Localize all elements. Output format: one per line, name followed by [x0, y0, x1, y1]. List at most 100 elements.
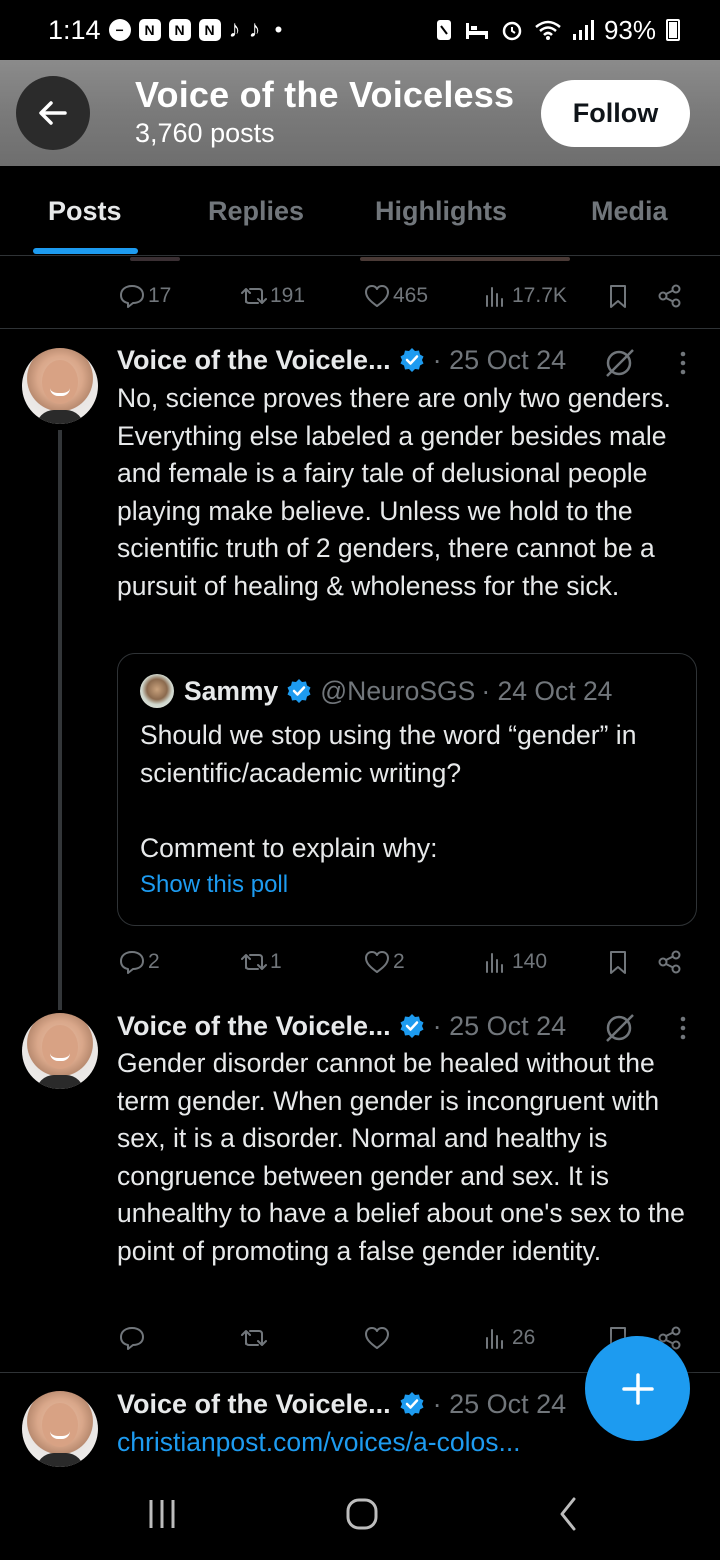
home-icon [346, 1498, 378, 1530]
verified-badge-icon [400, 1014, 424, 1038]
bookmark-icon [610, 285, 626, 308]
more-options-icon[interactable] [671, 1011, 695, 1045]
profile-tabs: Posts Replies Highlights Media [0, 166, 720, 256]
views-button[interactable]: 17.7K [482, 276, 567, 316]
divider [0, 328, 720, 329]
views-button[interactable]: 26 [482, 1318, 535, 1358]
heart-icon [365, 285, 389, 307]
like-button[interactable] [363, 1318, 391, 1358]
minus-circle-icon: − [108, 19, 131, 41]
repost-button[interactable] [240, 1318, 268, 1358]
tab-highlights[interactable]: Highlights [375, 166, 507, 256]
tab-media[interactable]: Media [591, 166, 668, 256]
recent-apps-button[interactable] [142, 1494, 182, 1534]
verified-badge-icon [400, 348, 424, 372]
quoted-author-name: Sammy [184, 675, 279, 706]
author-name[interactable]: Voice of the Voicele... [117, 1389, 391, 1420]
share-icon [658, 950, 681, 974]
share-button[interactable] [656, 276, 684, 316]
reply-button[interactable]: 17 [118, 276, 171, 316]
like-button[interactable]: 2 [363, 942, 405, 982]
compose-button[interactable] [585, 1336, 690, 1441]
bed-icon [465, 23, 488, 39]
heart-icon [365, 951, 389, 973]
profile-name: Voice of the Voiceless [135, 74, 515, 115]
plus-icon [621, 1372, 654, 1405]
bookmark-button[interactable] [604, 942, 632, 982]
post-actions: 2 1 2 140 [118, 942, 698, 982]
repost-icon [241, 1330, 267, 1346]
views-icon [486, 953, 503, 973]
tab-replies[interactable]: Replies [208, 166, 304, 256]
quoted-text: Should we stop using the word “gender” i… [140, 720, 637, 863]
back-button[interactable] [16, 76, 90, 150]
author-name[interactable]: Voice of the Voicele... [117, 1011, 391, 1042]
battery-icon [666, 19, 680, 41]
reply-icon [120, 285, 144, 308]
views-icon [486, 287, 503, 307]
back-nav-button[interactable] [548, 1494, 588, 1534]
bookmark-icon [610, 951, 626, 974]
follow-button[interactable]: Follow [541, 80, 690, 147]
n-app-icon: N [168, 19, 191, 41]
nfc-icon [436, 20, 451, 40]
avatar[interactable] [22, 1013, 98, 1089]
share-button[interactable] [656, 942, 684, 982]
tweet-header: Voice of the Voicele... · 25 Oct 24 [117, 1008, 566, 1044]
author-name[interactable]: Voice of the Voicele... [117, 345, 391, 376]
tweet-header: Voice of the Voicele... · 25 Oct 24 [117, 342, 566, 378]
views-icon [486, 1329, 503, 1349]
repost-icon [241, 288, 267, 304]
share-icon [658, 284, 681, 308]
status-bar: 1:14 − N N N ♪ ♪ • 93% [0, 0, 720, 60]
heart-icon [365, 1327, 389, 1349]
quoted-handle: @NeuroSGS [320, 675, 476, 706]
tab-posts[interactable]: Posts [48, 166, 122, 256]
post-date: · 25 Oct 24 [432, 1010, 567, 1041]
like-button[interactable]: 465 [363, 276, 428, 316]
profile-header: Voice of the Voiceless 3,760 posts Follo… [0, 60, 720, 166]
alarm-icon [502, 21, 522, 41]
avatar[interactable] [22, 348, 98, 424]
quoted-post[interactable]: Sammy @NeuroSGS · 24 Oct 24 Should we st… [117, 653, 697, 926]
active-tab-indicator [33, 248, 138, 254]
repost-button[interactable]: 191 [240, 276, 305, 316]
home-button[interactable] [342, 1494, 382, 1534]
bookmark-button[interactable] [604, 276, 632, 316]
views-button[interactable]: 140 [482, 942, 547, 982]
grok-icon[interactable] [603, 346, 637, 380]
grok-icon[interactable] [603, 1011, 637, 1045]
thread-line [58, 430, 62, 1010]
wifi-icon [535, 20, 561, 40]
signal-icon [572, 20, 594, 40]
more-notifications-dot: • [274, 17, 283, 42]
chevron-left-icon [560, 1497, 576, 1531]
previous-post-media [120, 257, 620, 263]
reply-button[interactable] [118, 1318, 146, 1358]
more-options-icon[interactable] [671, 346, 695, 380]
avatar[interactable] [22, 1391, 98, 1467]
repost-button[interactable]: 1 [240, 942, 282, 982]
tiktok-icon: ♪ [228, 16, 241, 43]
reply-button[interactable]: 2 [118, 942, 160, 982]
recent-apps-icon [149, 1500, 175, 1528]
tweet-header: Voice of the Voicele... · 25 Oct 24 [117, 1386, 566, 1422]
quoted-date: · 24 Oct 24 [481, 675, 613, 706]
reply-icon [120, 951, 144, 974]
tiktok-icon: ♪ [248, 16, 261, 43]
post-date: · 25 Oct 24 [432, 344, 567, 375]
profile-page: 1:14 − N N N ♪ ♪ • 93% Voice of the Voic… [0, 0, 720, 1560]
show-poll-link[interactable]: Show this poll [140, 871, 288, 899]
post-text: No, science proves there are only two ge… [117, 383, 679, 601]
status-time: 1:14 [48, 14, 101, 45]
n-app-icon: N [138, 19, 161, 41]
post-date: · 25 Oct 24 [432, 1388, 567, 1419]
repost-icon [241, 954, 267, 970]
quoted-avatar [140, 674, 174, 708]
arrow-left-icon [39, 101, 67, 125]
prev-post-actions: 17 191 465 17.7K [118, 276, 698, 316]
post-text: Gender disorder cannot be healed without… [117, 1048, 693, 1266]
post-count: 3,760 posts [135, 118, 275, 148]
reply-icon [120, 1327, 144, 1350]
n-app-icon: N [198, 19, 221, 41]
